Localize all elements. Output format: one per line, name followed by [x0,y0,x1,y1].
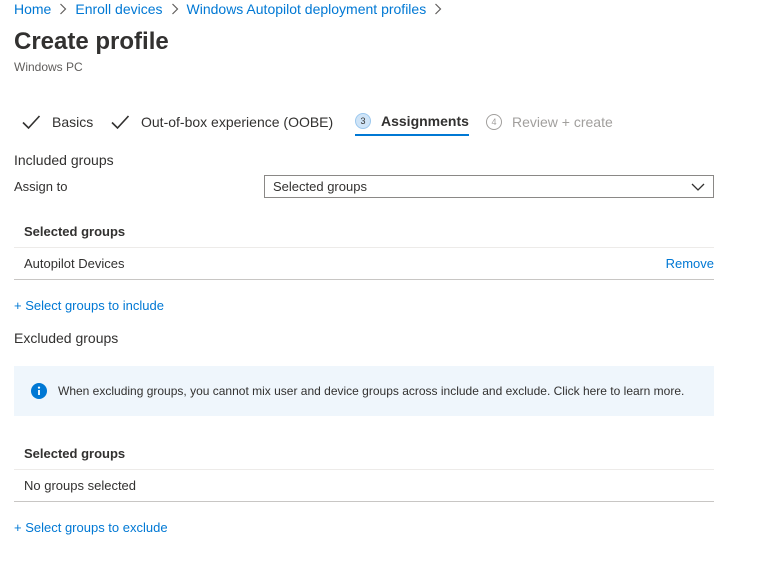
tab-basics[interactable]: Basics [20,108,93,136]
tab-assignments-label: Assignments [381,113,469,129]
tab-review-create[interactable]: 4 Review + create [486,108,613,136]
wizard-steps: Basics Out-of-box experience (OOBE) 3 As… [14,108,734,138]
info-banner-text: When excluding groups, you cannot mix us… [58,384,685,398]
table-header: Selected groups [14,216,714,248]
assign-to-label: Assign to [14,179,68,194]
excluded-groups-heading: Excluded groups [14,330,119,346]
chevron-right-icon [59,3,67,15]
assign-to-select[interactable]: Selected groups [264,175,714,198]
chevron-right-icon [171,3,179,15]
select-groups-to-include-link[interactable]: + Select groups to include [14,298,164,313]
table-row: Autopilot Devices Remove [14,248,714,280]
table-row: No groups selected [14,470,714,502]
excluded-groups-table: Selected groups No groups selected [14,438,714,502]
select-groups-to-exclude-link[interactable]: + Select groups to exclude [14,520,168,535]
remove-group-link[interactable]: Remove [666,256,714,271]
breadcrumb: Home Enroll devices Windows Autopilot de… [14,0,450,18]
checkmark-icon [109,111,131,133]
page-title: Create profile [14,28,169,55]
group-name: Autopilot Devices [24,256,125,271]
info-icon [31,383,47,399]
step-number-badge: 3 [355,113,371,129]
tab-oobe[interactable]: Out-of-box experience (OOBE) [109,108,333,136]
tab-basics-label: Basics [52,114,94,130]
step-number-badge: 4 [486,114,502,130]
breadcrumb-home[interactable]: Home [14,1,51,17]
included-groups-table: Selected groups Autopilot Devices Remove [14,216,714,280]
assign-to-value: Selected groups [273,179,367,194]
table-header: Selected groups [14,438,714,470]
empty-state-text: No groups selected [24,478,137,493]
tab-review-create-label: Review + create [512,114,613,130]
chevron-right-icon [434,3,442,15]
tab-assignments[interactable]: 3 Assignments [355,108,469,136]
breadcrumb-autopilot-profiles[interactable]: Windows Autopilot deployment profiles [187,1,427,17]
page-subtitle: Windows PC [14,60,83,74]
tab-oobe-label: Out-of-box experience (OOBE) [141,114,334,130]
breadcrumb-enroll-devices[interactable]: Enroll devices [75,1,162,17]
included-groups-heading: Included groups [14,152,114,168]
chevron-down-icon [691,180,705,194]
info-banner[interactable]: When excluding groups, you cannot mix us… [14,366,714,416]
checkmark-icon [20,111,42,133]
